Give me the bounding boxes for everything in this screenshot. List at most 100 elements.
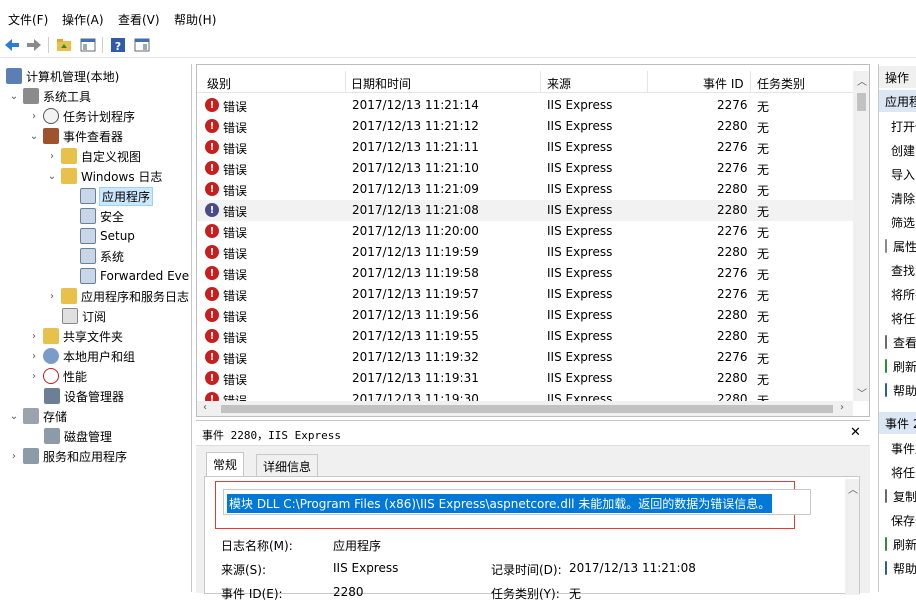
close-icon[interactable]: ✕ [850,425,861,440]
scroll-left-icon[interactable]: ‹ [203,402,207,413]
chevron-right-icon[interactable]: › [28,350,40,362]
actions-section-event[interactable]: 事件 2280，IIS Express [879,412,916,434]
menu-view[interactable]: 查看(V) [118,11,160,28]
action-item[interactable]: 查找... [885,260,916,280]
table-row[interactable]: ! 错误 2017/12/13 11:20:00 IIS Express 2276 无 [197,221,855,242]
scroll-thumb[interactable] [221,405,833,413]
tree-item-event-viewer[interactable]: ⌄ 事件查看器 [28,126,123,146]
tab-details[interactable]: 详细信息 [256,454,319,476]
tree-item-setup[interactable]: Setup [80,226,135,246]
show-hide-action-pane-button[interactable] [132,36,152,54]
table-row[interactable]: ! 错误 2017/12/13 11:21:14 IIS Express 2276 无 [197,95,855,116]
action-item[interactable]: 将任务附加到此日志... [885,308,916,328]
action-item[interactable]: 刷新 [885,356,916,376]
detail-vertical-scrollbar[interactable]: ︿ [845,479,859,595]
table-row[interactable]: ! 错误 2017/12/13 11:19:56 IIS Express 2280 无 [197,305,855,326]
tree-item-shared-folders[interactable]: › 共享文件夹 [28,326,123,346]
list-vertical-scrollbar[interactable]: ︿ ﹀ [853,71,869,401]
scroll-up-icon[interactable]: ︿ [848,481,858,496]
action-item[interactable]: 查看 [885,332,916,352]
cell-task-category: 无 [757,163,770,177]
tree-item-apps-services-logs[interactable]: › 应用程序和服务日志 [46,286,189,306]
column-divider[interactable] [540,71,541,93]
action-item[interactable]: 清除日志... [885,188,916,208]
table-row[interactable]: ! 错误 2017/12/13 11:21:09 IIS Express 2280 无 [197,179,855,200]
table-row[interactable]: ! 错误 2017/12/13 11:19:57 IIS Express 2276 无 [197,284,855,305]
actions-section-application[interactable]: 应用程序 [879,90,916,112]
tree-item-local-users[interactable]: › 本地用户和组 [28,346,135,366]
action-item[interactable]: 帮助 [885,558,916,578]
scroll-thumb[interactable] [857,93,866,111]
chevron-right-icon[interactable]: › [46,290,58,302]
menu-action[interactable]: 操作(A) [62,11,104,28]
tree-item-windows-logs[interactable]: ⌄ Windows 日志 [46,166,162,186]
action-item[interactable]: 打开保存的日志... [885,116,916,136]
tree-item-storage[interactable]: ⌄ 存储 [8,406,67,426]
action-item[interactable]: 帮助 [885,380,916,400]
tree-item-system[interactable]: 系统 [80,246,124,266]
help-button[interactable]: ? [108,36,128,54]
column-header-level[interactable]: 级别 [207,75,231,91]
action-item[interactable]: 保存选择的事件... [885,510,916,530]
table-row[interactable]: ! 错误 2017/12/13 11:21:10 IIS Express 2276 无 [197,158,855,179]
action-item[interactable]: 创建自定义视图... [885,140,916,160]
event-message-box[interactable]: 模块 DLL C:\Program Files (x86)\IIS Expres… [223,489,811,515]
action-item[interactable]: 将任务附加到此事件... [885,462,916,482]
tree-item-performance[interactable]: › 性能 [28,366,87,386]
chevron-right-icon[interactable]: › [28,330,40,342]
chevron-down-icon[interactable]: ⌄ [8,410,20,422]
column-header-event-id[interactable]: 事件 ID [703,75,744,91]
tree-item-forwarded-events[interactable]: Forwarded Eve [80,266,189,286]
table-row[interactable]: ! 错误 2017/12/13 11:19:32 IIS Express 2276 无 [197,347,855,368]
chevron-right-icon[interactable]: › [8,450,20,462]
chevron-down-icon[interactable]: ⌄ [28,130,40,142]
action-item[interactable]: 将所有事件另存为... [885,284,916,304]
menu-file[interactable]: 文件(F) [8,11,48,28]
chevron-right-icon[interactable]: › [46,150,58,162]
event-message-text[interactable]: 模块 DLL C:\Program Files (x86)\IIS Expres… [227,494,773,513]
column-divider[interactable] [647,71,648,93]
action-item[interactable]: 导入自定义视图... [885,164,916,184]
menu-help[interactable]: 帮助(H) [174,11,216,28]
scroll-down-icon[interactable]: ﹀ [857,385,867,400]
tree-item-disk-management[interactable]: 磁盘管理 [44,426,112,446]
tree-item-application[interactable]: 应用程序 [80,186,154,206]
action-item[interactable]: 复制 [885,486,916,506]
chevron-down-icon[interactable]: ⌄ [8,90,20,102]
column-header-datetime[interactable]: 日期和时间 [351,75,411,91]
action-item[interactable]: 事件属性 [885,438,916,458]
column-header-task-category[interactable]: 任务类别 [757,75,805,91]
action-item[interactable]: 属性 [885,236,916,256]
column-divider[interactable] [345,71,346,93]
tree-item-task-scheduler[interactable]: › 任务计划程序 [28,106,135,126]
tree-item-services-apps[interactable]: › 服务和应用程序 [8,446,127,466]
forward-button[interactable] [24,36,44,54]
table-row[interactable]: ! 错误 2017/12/13 11:19:58 IIS Express 2276 无 [197,263,855,284]
chevron-down-icon[interactable]: ⌄ [46,170,58,182]
tree-item-security[interactable]: 安全 [80,206,124,226]
tree-item-root[interactable]: 计算机管理(本地) [6,66,119,86]
chevron-right-icon[interactable]: › [28,110,40,122]
table-row[interactable]: ! 错误 2017/12/13 11:21:11 IIS Express 2276 无 [197,137,855,158]
tree-item-device-manager[interactable]: 设备管理器 [44,386,124,406]
table-row[interactable]: ! 错误 2017/12/13 11:21:08 IIS Express 2280 无 [197,200,855,221]
scroll-up-icon[interactable]: ︿ [857,73,867,88]
table-row[interactable]: ! 错误 2017/12/13 11:19:59 IIS Express 2280 无 [197,242,855,263]
list-horizontal-scrollbar[interactable]: ‹ › [197,401,853,416]
table-row[interactable]: ! 错误 2017/12/13 11:21:12 IIS Express 2280 无 [197,116,855,137]
table-row[interactable]: ! 错误 2017/12/13 11:19:31 IIS Express 2280 无 [197,368,855,389]
chevron-right-icon[interactable]: › [28,370,40,382]
tab-general[interactable]: 常规 [206,452,245,476]
tree-item-subscriptions[interactable]: 订阅 [62,306,106,326]
show-hide-tree-button[interactable] [78,36,98,54]
action-item[interactable]: 筛选当前日志... [885,212,916,232]
column-divider[interactable] [750,71,751,93]
back-button[interactable] [2,36,22,54]
up-folder-button[interactable] [54,36,74,54]
tree-item-custom-views[interactable]: › 自定义视图 [46,146,141,166]
column-header-source[interactable]: 来源 [547,75,571,91]
table-row[interactable]: ! 错误 2017/12/13 11:19:55 IIS Express 2280 无 [197,326,855,347]
scroll-right-icon[interactable]: › [840,402,844,413]
tree-item-system-tools[interactable]: ⌄ 系统工具 [8,86,91,106]
action-item[interactable]: 刷新 [885,534,916,554]
